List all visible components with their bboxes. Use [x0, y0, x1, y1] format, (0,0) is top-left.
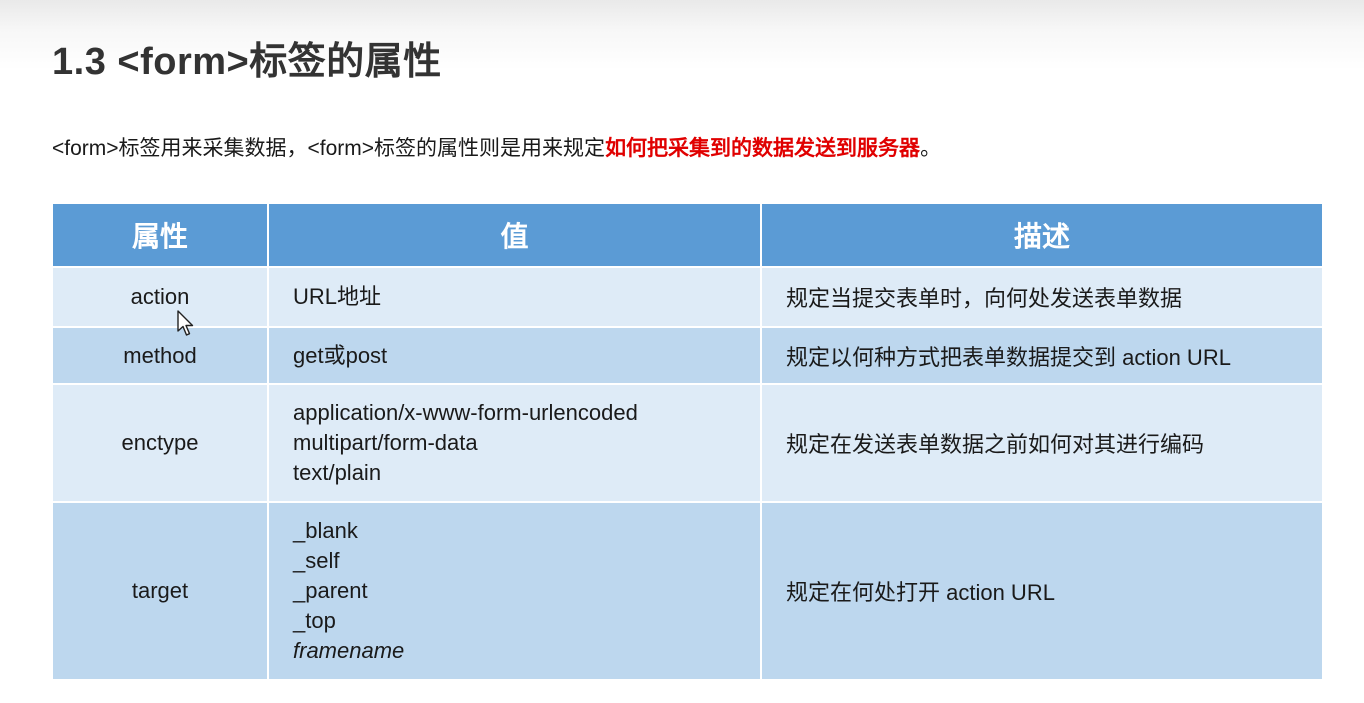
table-row: enctype application/x-www-form-urlencode…	[51, 383, 1324, 503]
table-header-row: 属性 值 描述	[51, 202, 1324, 268]
value-item: _parent	[293, 578, 368, 603]
attribute-name: method	[51, 326, 269, 385]
page-title: 1.3 <form>标签的属性	[52, 41, 442, 83]
value-item: multipart/form-data	[293, 430, 478, 455]
attribute-name: action	[51, 266, 269, 328]
value-item: application/x-www-form-urlencoded	[293, 400, 638, 425]
value-item: URL地址	[293, 284, 382, 309]
intro-paragraph: <form>标签用来采集数据，<form>标签的属性则是用来规定如何把采集到的数…	[52, 132, 941, 162]
mouse-pointer-icon	[177, 310, 194, 336]
attribute-values: application/x-www-form-urlencoded multip…	[267, 383, 762, 503]
attribute-values: _blank _self _parent _top framename	[267, 501, 762, 681]
value-item: framename	[293, 638, 405, 663]
value-item: _self	[293, 548, 340, 573]
value-item: _blank	[293, 518, 358, 543]
attributes-table: 属性 值 描述 action URL地址 规定当提交表单时，向何处发送表单数据 …	[51, 202, 1324, 681]
attribute-values: URL地址	[267, 266, 762, 328]
attribute-values: get或post	[267, 326, 762, 385]
table-row: method get或post 规定以何种方式把表单数据提交到 action U…	[51, 326, 1324, 385]
intro-highlight: 如何把采集到的数据发送到服务器	[605, 137, 921, 160]
header-value: 值	[267, 202, 762, 268]
value-item: get或post	[293, 342, 388, 368]
header-description: 描述	[760, 202, 1324, 268]
attribute-description: 规定在何处打开 action URL	[760, 501, 1324, 681]
attribute-description: 规定以何种方式把表单数据提交到 action URL	[760, 326, 1324, 385]
intro-suffix: 。	[920, 137, 942, 160]
attribute-name: target	[51, 501, 269, 681]
attribute-name: enctype	[51, 383, 269, 503]
intro-text: <form>标签用来采集数据，<form>标签的属性则是用来规定	[52, 137, 606, 160]
attribute-description: 规定当提交表单时，向何处发送表单数据	[760, 266, 1324, 328]
attribute-description: 规定在发送表单数据之前如何对其进行编码	[760, 383, 1324, 503]
value-item: _top	[293, 608, 336, 633]
table-row: target _blank _self _parent _top framena…	[51, 501, 1324, 681]
header-attribute: 属性	[51, 202, 269, 268]
value-item: text/plain	[293, 460, 382, 485]
table-row: action URL地址 规定当提交表单时，向何处发送表单数据	[51, 266, 1324, 328]
